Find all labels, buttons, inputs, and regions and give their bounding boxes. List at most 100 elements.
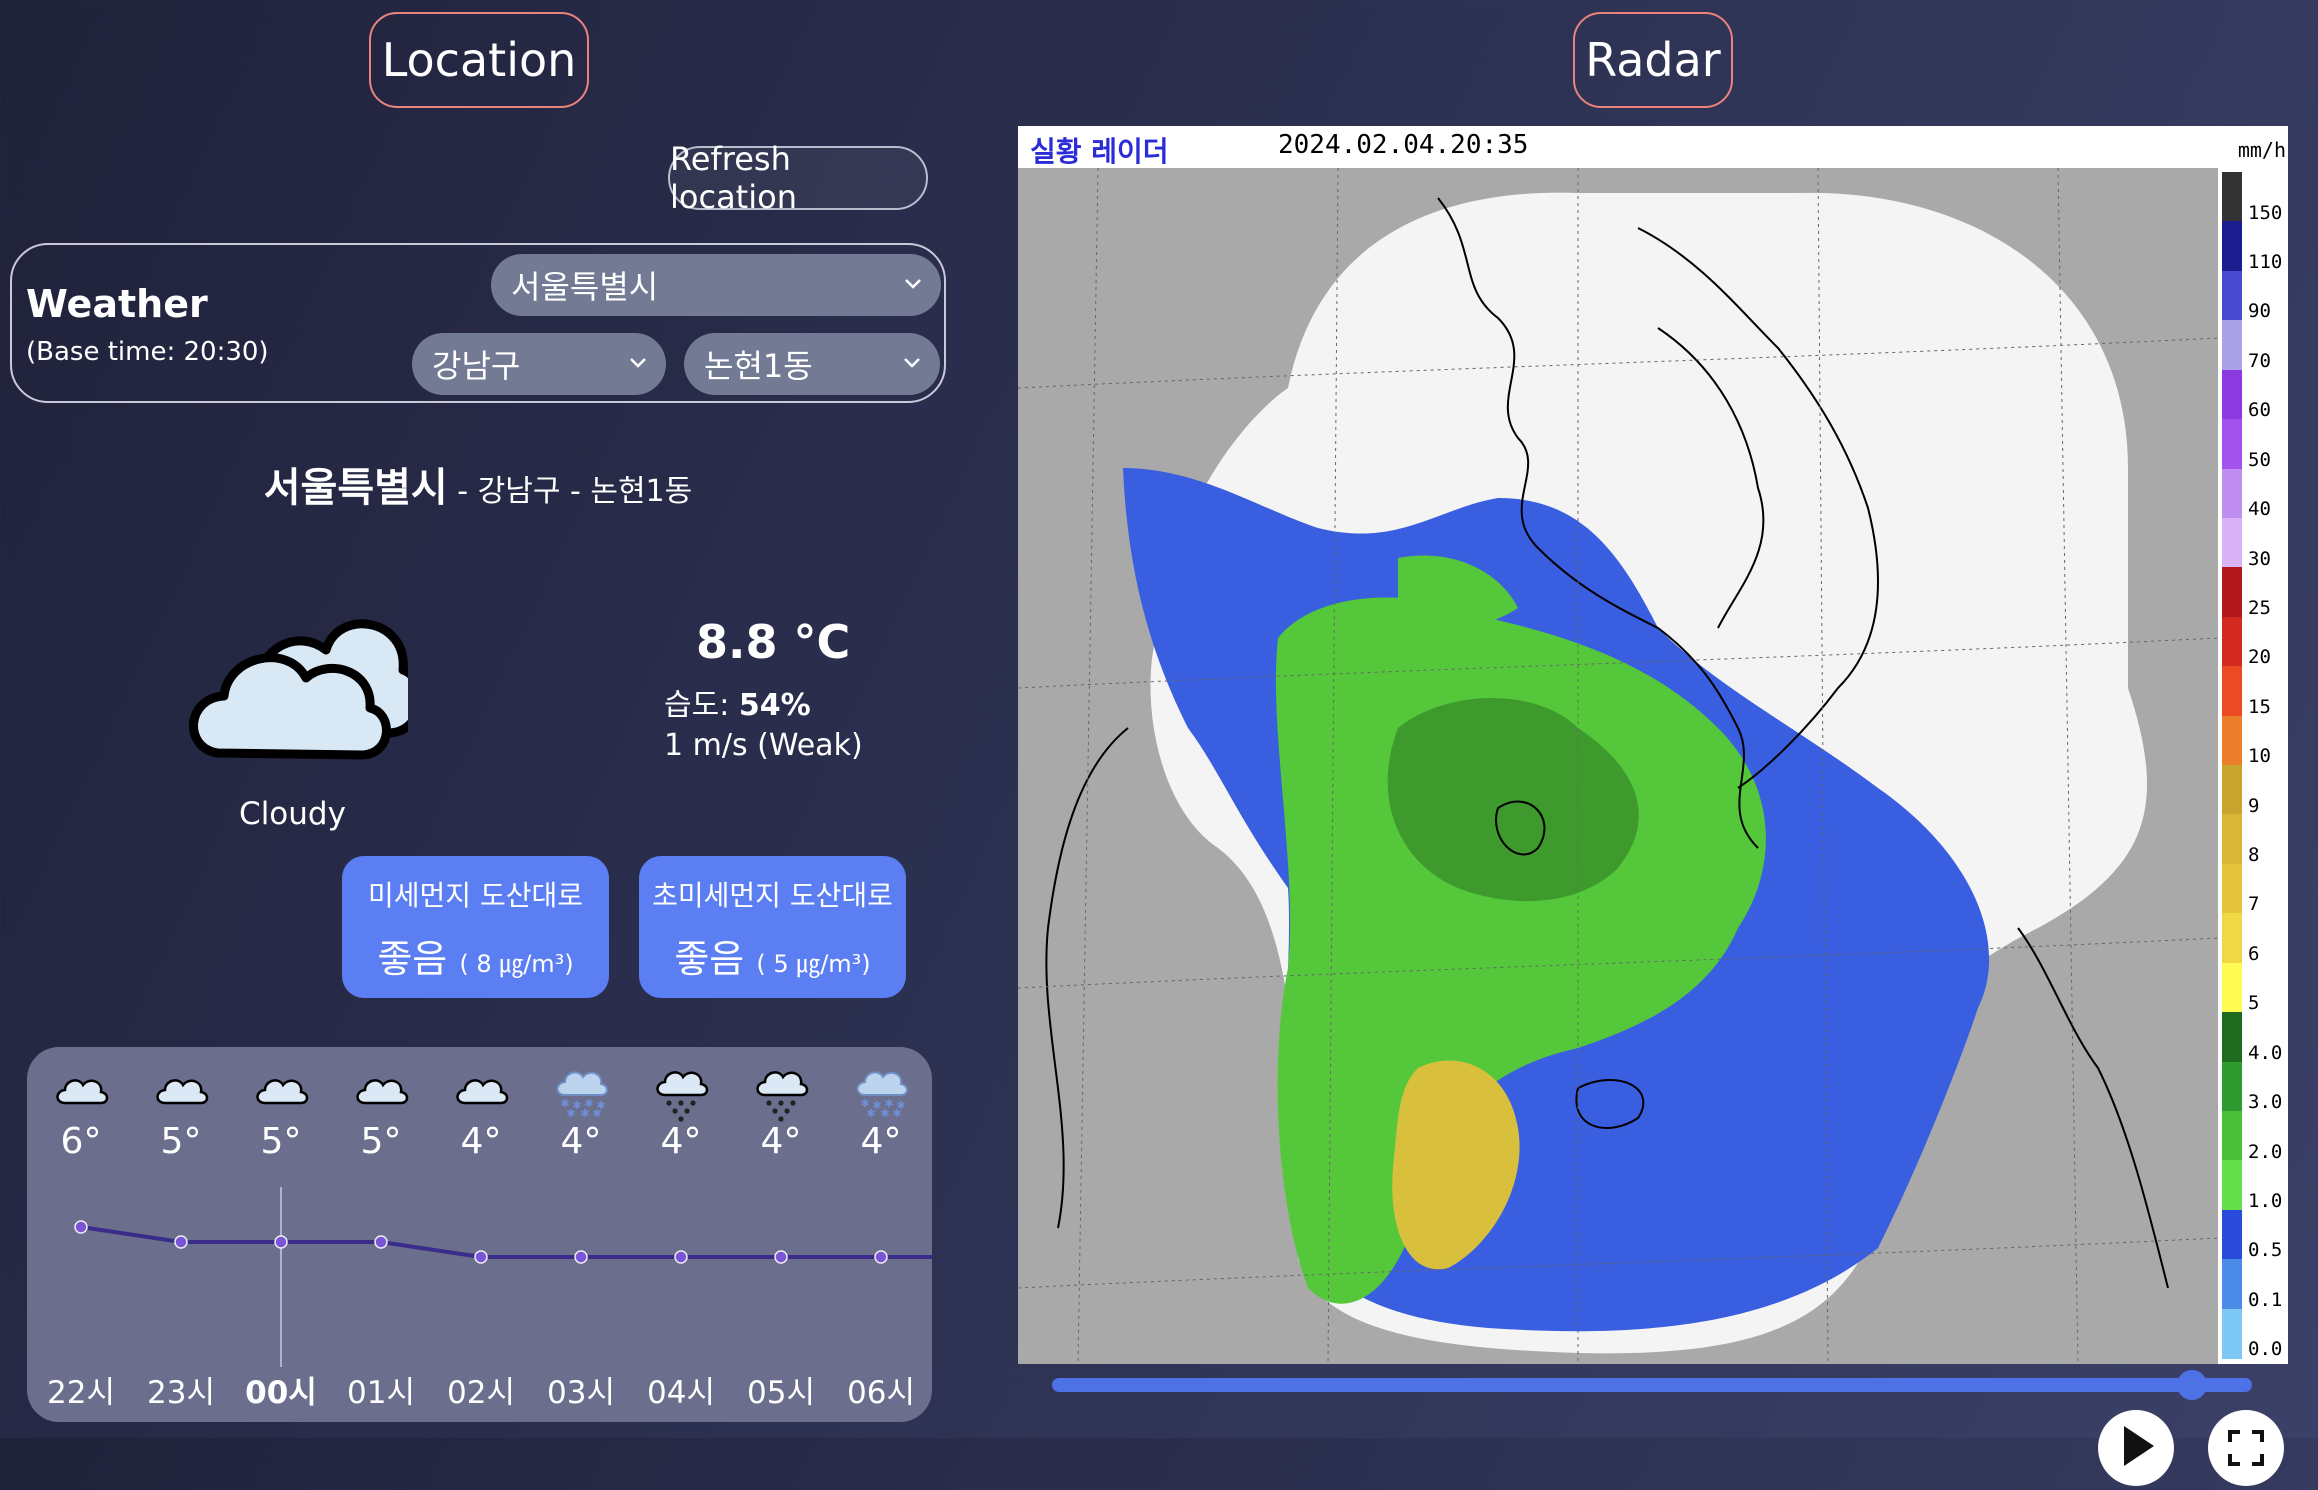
forecast-point — [774, 1250, 788, 1264]
legend-label: 10 — [2248, 745, 2271, 768]
pm25-card: 초미세먼지 도산대로 좋음 ( 5 ㎍/m³) — [639, 856, 906, 998]
cloud-icon — [451, 1063, 511, 1123]
pm25-grade: 좋음 — [674, 937, 745, 981]
legend-label: 4.0 — [2248, 1041, 2283, 1064]
svg-text:✱: ✱ — [880, 1107, 889, 1120]
legend-swatch — [2222, 715, 2242, 766]
legend-label: 50 — [2248, 448, 2271, 471]
radar-timeline-slider[interactable] — [1052, 1378, 2252, 1392]
legend-swatch — [2222, 1308, 2242, 1359]
legend-label: 150 — [2248, 201, 2283, 224]
refresh-location-button[interactable]: Refresh location — [668, 140, 928, 216]
cloud-icon — [251, 1063, 311, 1123]
legend-swatch — [2222, 814, 2242, 865]
forecast-hour-label: 22시 — [47, 1375, 115, 1411]
condition-text: Cloudy — [239, 796, 346, 832]
legend-label: 5 — [2248, 992, 2260, 1015]
legend-label: 9 — [2248, 794, 2260, 817]
legend-label: 3.0 — [2248, 1091, 2283, 1114]
location-gu: - 강남구 — [457, 474, 561, 509]
legend-label: 0.5 — [2248, 1239, 2283, 1262]
radar-timestamp: 2024.02.04.20:35 — [1278, 130, 1529, 160]
legend-label: 6 — [2248, 942, 2260, 965]
svg-text:✱: ✱ — [592, 1107, 601, 1120]
legend-label: 30 — [2248, 547, 2271, 570]
legend-swatch — [2222, 765, 2242, 816]
legend-label: 0.0 — [2248, 1338, 2283, 1361]
temperature-text: 8.8 °C — [696, 615, 851, 669]
legend-label: 0.1 — [2248, 1288, 2283, 1311]
pm10-card: 미세먼지 도산대로 좋음 ( 8 ㎍/m³) — [342, 856, 609, 998]
legend-swatch — [2222, 517, 2242, 569]
forecast-hour-label: 04시 — [647, 1375, 715, 1411]
radar-unit: mm/h — [2237, 138, 2286, 162]
legend-label: 15 — [2248, 695, 2271, 718]
forecast-point — [274, 1235, 288, 1249]
legend-swatch — [2222, 320, 2242, 371]
radar-timeline-handle[interactable] — [2177, 1370, 2207, 1400]
cloud-icon — [51, 1063, 111, 1123]
forecast-hour-label: 01시 — [347, 1375, 415, 1411]
legend-swatch — [2222, 1012, 2242, 1063]
forecast-temp: 4° — [460, 1121, 502, 1162]
forecast-point — [374, 1235, 388, 1249]
forecast-hour-label: 05시 — [747, 1375, 815, 1411]
legend-swatch — [2222, 419, 2242, 470]
svg-text:✱: ✱ — [566, 1107, 575, 1120]
pm10-label: 미세먼지 도산대로 — [368, 879, 583, 912]
snow-cloud-icon: ✱ ✱ ✱ ✱ ✱ ✱ ✱ — [551, 1063, 611, 1123]
forecast-temp: 6° — [60, 1121, 102, 1162]
dong-select[interactable]: 논현1동 — [684, 333, 940, 395]
cloud-icon — [151, 1063, 211, 1123]
location-title: Location — [369, 12, 589, 108]
pm10-grade: 좋음 — [377, 937, 448, 981]
forecast-point — [174, 1235, 188, 1249]
play-icon — [2124, 1426, 2154, 1466]
play-button[interactable] — [2098, 1410, 2174, 1486]
legend-label: 8 — [2248, 844, 2260, 867]
radar-title: Radar — [1573, 12, 1733, 108]
forecast-temperature-line — [80, 1225, 932, 1259]
legend-label: 2.0 — [2248, 1140, 2283, 1163]
gu-select[interactable]: 강남구 — [412, 333, 666, 395]
gu-select-value: 강남구 — [432, 347, 521, 385]
forecast-temp: 4° — [560, 1121, 602, 1162]
legend-swatch — [2222, 567, 2242, 618]
forecast-hour-label: 00시 — [245, 1375, 317, 1411]
forecast-temp: 5° — [360, 1121, 402, 1162]
forecast-temp: 4° — [860, 1121, 902, 1162]
forecast-point — [574, 1250, 588, 1264]
forecast-point — [474, 1250, 488, 1264]
forecast-hour-label: 03시 — [547, 1375, 615, 1411]
forecast-point — [674, 1250, 688, 1264]
location-dong: - 논현1동 — [570, 474, 693, 509]
chevron-down-icon — [904, 358, 920, 368]
dong-select-value: 논현1동 — [704, 347, 813, 385]
wind-text: 1 m/s (Weak) — [664, 728, 863, 763]
snow-cloud-icon: ✱ ✱ ✱ ✱ ✱ ✱ ✱ — [851, 1063, 911, 1123]
legend-swatch — [2222, 666, 2242, 717]
legend-label: 70 — [2248, 349, 2271, 372]
forecast-temp: 4° — [660, 1121, 702, 1162]
city-select[interactable]: 서울특별시 — [491, 254, 941, 316]
legend-swatch — [2222, 1209, 2242, 1261]
forecast-hour-label: 23시 — [147, 1375, 215, 1411]
legend-label: 60 — [2248, 399, 2271, 422]
humidity-value: 54% — [738, 688, 811, 723]
legend-label: 25 — [2248, 596, 2271, 619]
forecast-point — [74, 1220, 88, 1234]
legend-swatch — [2222, 962, 2242, 1014]
cloudy-icon — [189, 619, 408, 760]
legend-label: 7 — [2248, 893, 2260, 916]
legend-swatch — [2222, 1259, 2242, 1310]
radar-header: 실황 레이더 2024.02.04.20:35 mm/h — [1018, 126, 2288, 168]
rain-snow-cloud-icon — [751, 1063, 811, 1123]
legend-label: 90 — [2248, 300, 2271, 323]
legend-label: 1.0 — [2248, 1189, 2283, 1212]
legend-swatch — [2222, 1061, 2242, 1112]
fullscreen-button[interactable] — [2208, 1410, 2284, 1486]
hourly-forecast[interactable]: 6° 22시 5° 23시 5° 00시 5° 01시 4° 02시 ✱ ✱ ✱ ✱ ✱ ✱ ✱ 4° 03시 4° 0… — [27, 1047, 932, 1422]
rain-snow-cloud-icon — [651, 1063, 711, 1123]
legend-label: 40 — [2248, 498, 2271, 521]
radar-map — [1018, 168, 2288, 1364]
